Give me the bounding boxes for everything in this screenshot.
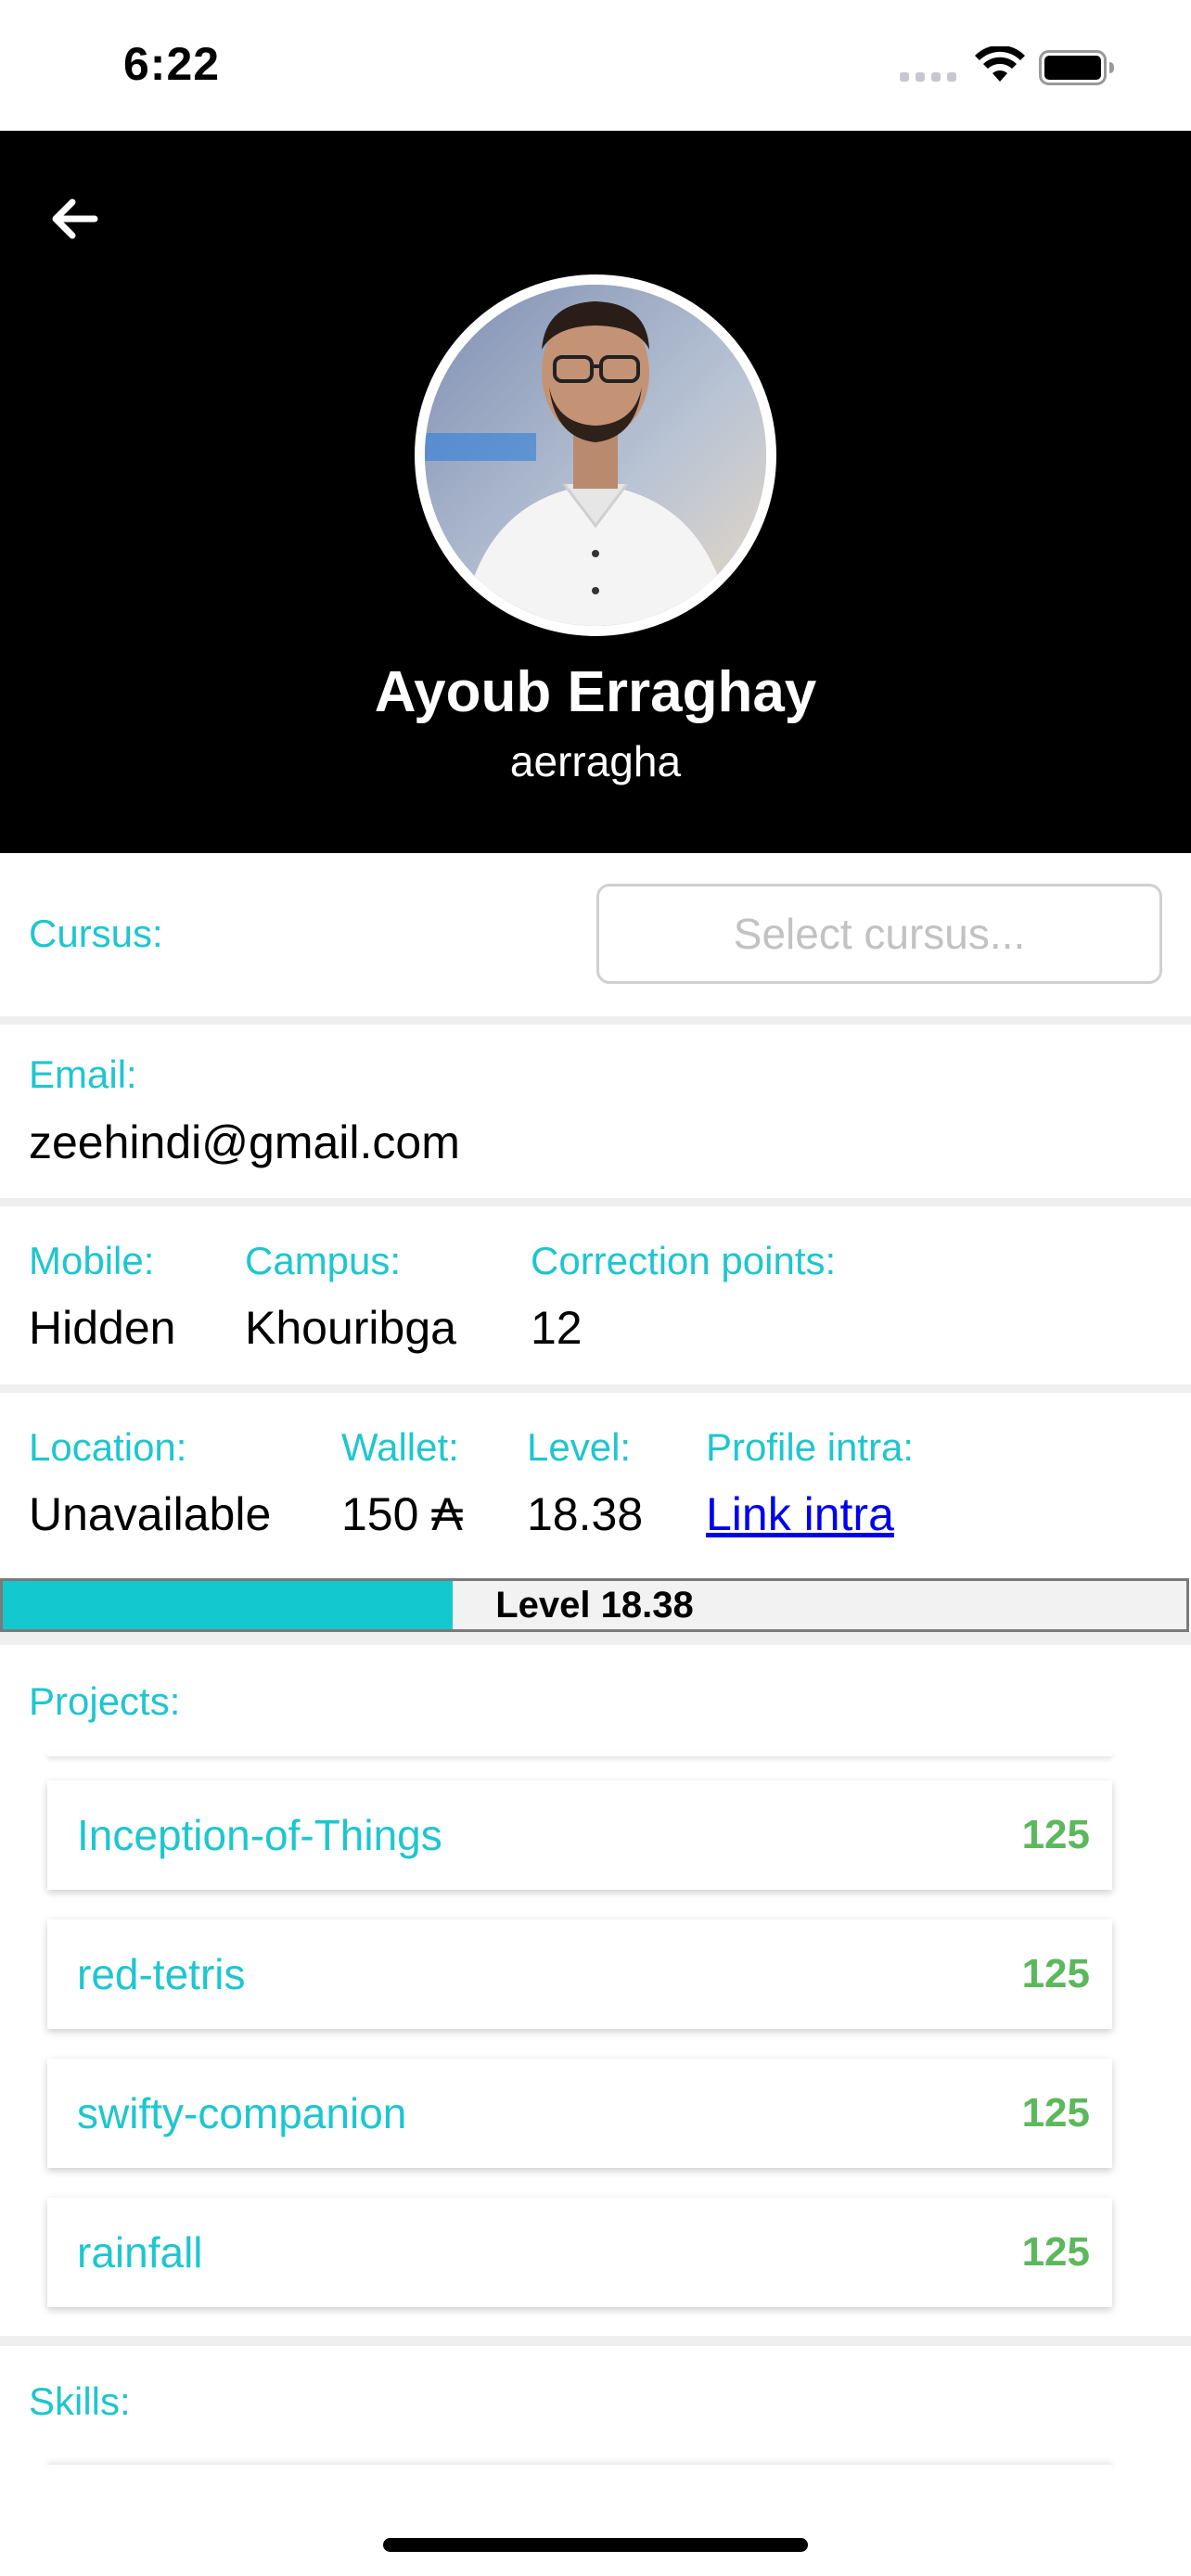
project-name: rainfall: [77, 2228, 203, 2276]
cursus-select-placeholder: Select cursus...: [733, 910, 1026, 958]
level-label: Level:: [527, 1425, 632, 1469]
level-progress-bar: Level 18.38: [0, 1578, 1189, 1632]
divider: [0, 1384, 1191, 1393]
campus-label: Campus:: [245, 1239, 402, 1282]
avatar: [415, 274, 776, 636]
profile-intra-link[interactable]: Link intra: [706, 1487, 894, 1541]
status-bar: 6:22: [0, 0, 1191, 131]
profile-full-name: Ayoub Erraghay: [374, 660, 817, 724]
correction-points-value: 12: [531, 1302, 583, 1354]
wallet-value: 150 ₳: [341, 1488, 463, 1540]
project-card[interactable]: Inception-of-Things 125: [47, 1780, 1112, 1890]
info-row-1: Mobile: Hidden Campus: Khouribga Correct…: [0, 1206, 1191, 1384]
wallet-label: Wallet:: [341, 1425, 459, 1469]
avatar-photo: [425, 285, 766, 626]
email-section: Email: zeehindi@gmail.com: [0, 1025, 1191, 1198]
divider: [0, 1198, 1191, 1206]
location-label: Location:: [29, 1425, 187, 1469]
battery-icon: [1039, 50, 1114, 85]
project-mark: 125: [1021, 2229, 1090, 2275]
profile-intra-label: Profile intra:: [706, 1425, 915, 1469]
email-label: Email:: [29, 1052, 137, 1096]
correction-points-label: Correction points:: [531, 1239, 837, 1282]
wifi-icon: [975, 46, 1025, 82]
project-card[interactable]: swifty-companion 125: [47, 2059, 1112, 2168]
divider: [0, 1632, 1191, 1645]
divider: [0, 2336, 1191, 2346]
level-progress-text: Level 18.38: [495, 1584, 694, 1626]
project-mark: 125: [1021, 1812, 1090, 1857]
email-value: zeehindi@gmail.com: [29, 1116, 460, 1168]
cursus-select[interactable]: Select cursus...: [596, 884, 1162, 984]
project-card[interactable]: red-tetris 125: [47, 1919, 1112, 2029]
projects-list-top-edge: [47, 1751, 1112, 1756]
cursus-label: Cursus:: [29, 912, 163, 955]
projects-section: Projects: Inception-of-Things 125 red-te…: [0, 1645, 1191, 2336]
back-button[interactable]: [41, 186, 106, 251]
divider: [0, 1016, 1191, 1025]
arrow-left-icon: [52, 198, 98, 239]
project-name: Inception-of-Things: [77, 1811, 442, 1859]
mobile-label: Mobile:: [29, 1239, 155, 1282]
campus-value: Khouribga: [245, 1302, 456, 1354]
project-mark: 125: [1021, 1951, 1090, 1996]
projects-label: Projects:: [29, 1679, 181, 1723]
mobile-value: Hidden: [29, 1302, 176, 1354]
info-row-2: Location: Unavailable Wallet: 150 ₳ Leve…: [0, 1393, 1191, 1576]
skills-section: Skills:: [0, 2346, 1191, 2485]
project-name: swifty-companion: [77, 2089, 407, 2137]
profile-login: aerragha: [509, 737, 682, 785]
skills-label: Skills:: [29, 2379, 131, 2423]
status-time: 6:22: [123, 38, 221, 90]
project-mark: 125: [1021, 2090, 1090, 2136]
project-name: red-tetris: [77, 1950, 246, 1998]
cursus-row: Cursus: Select cursus...: [0, 853, 1191, 1016]
cellular-signal-icon: [900, 72, 957, 82]
profile-header: Ayoub Erraghay aerragha: [0, 131, 1191, 853]
home-indicator: [383, 2538, 808, 2552]
location-value: Unavailable: [29, 1488, 272, 1540]
level-value: 18.38: [527, 1488, 644, 1540]
project-card[interactable]: rainfall 125: [47, 2198, 1112, 2307]
skills-list-top-edge: [47, 2465, 1112, 2470]
